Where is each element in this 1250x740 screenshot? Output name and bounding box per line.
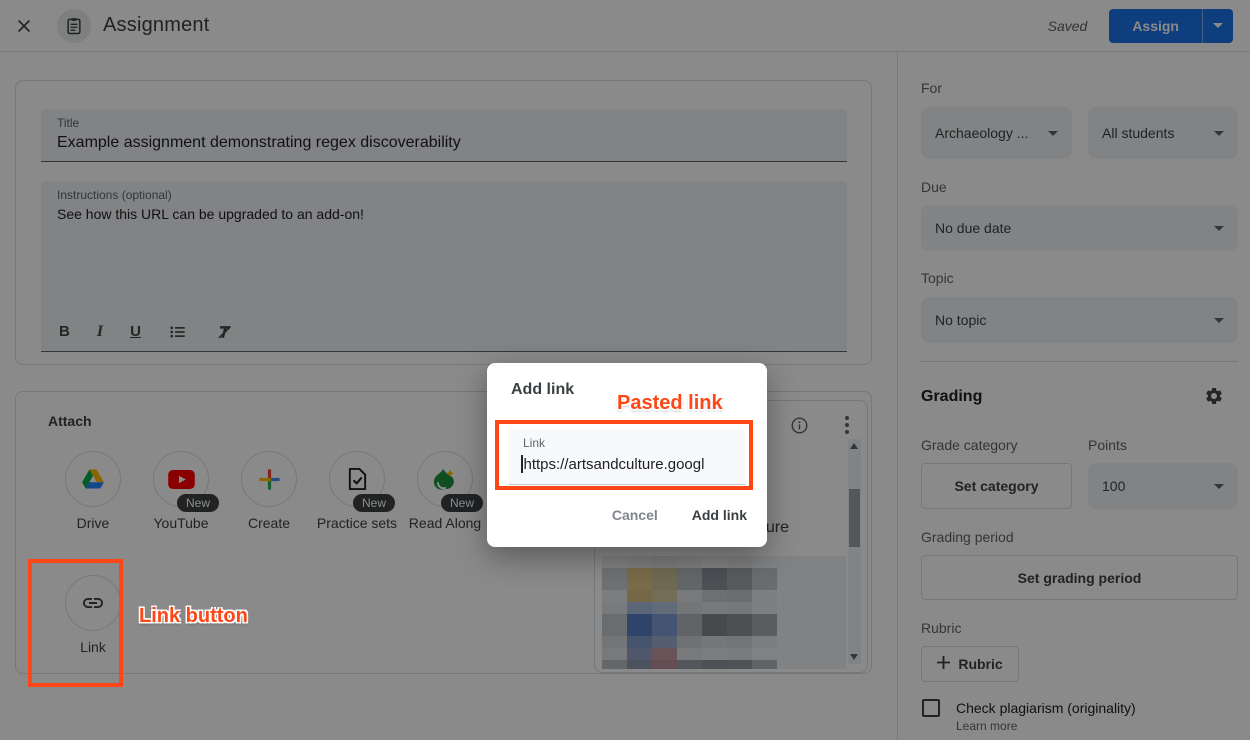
dialog-title: Add link (511, 381, 574, 399)
annotation-text-link-button: Link button (139, 605, 248, 628)
cancel-button[interactable]: Cancel (612, 507, 658, 523)
assignment-editor-window: Assignment Saved Assign Title Example as… (0, 0, 1250, 740)
dialog-actions: Cancel Add link (612, 507, 747, 523)
annotation-box-link-button (28, 559, 123, 687)
add-link-button[interactable]: Add link (692, 507, 747, 523)
annotation-text-pasted-link: Pasted link (617, 392, 723, 415)
annotation-box-pasted-link (495, 420, 753, 490)
